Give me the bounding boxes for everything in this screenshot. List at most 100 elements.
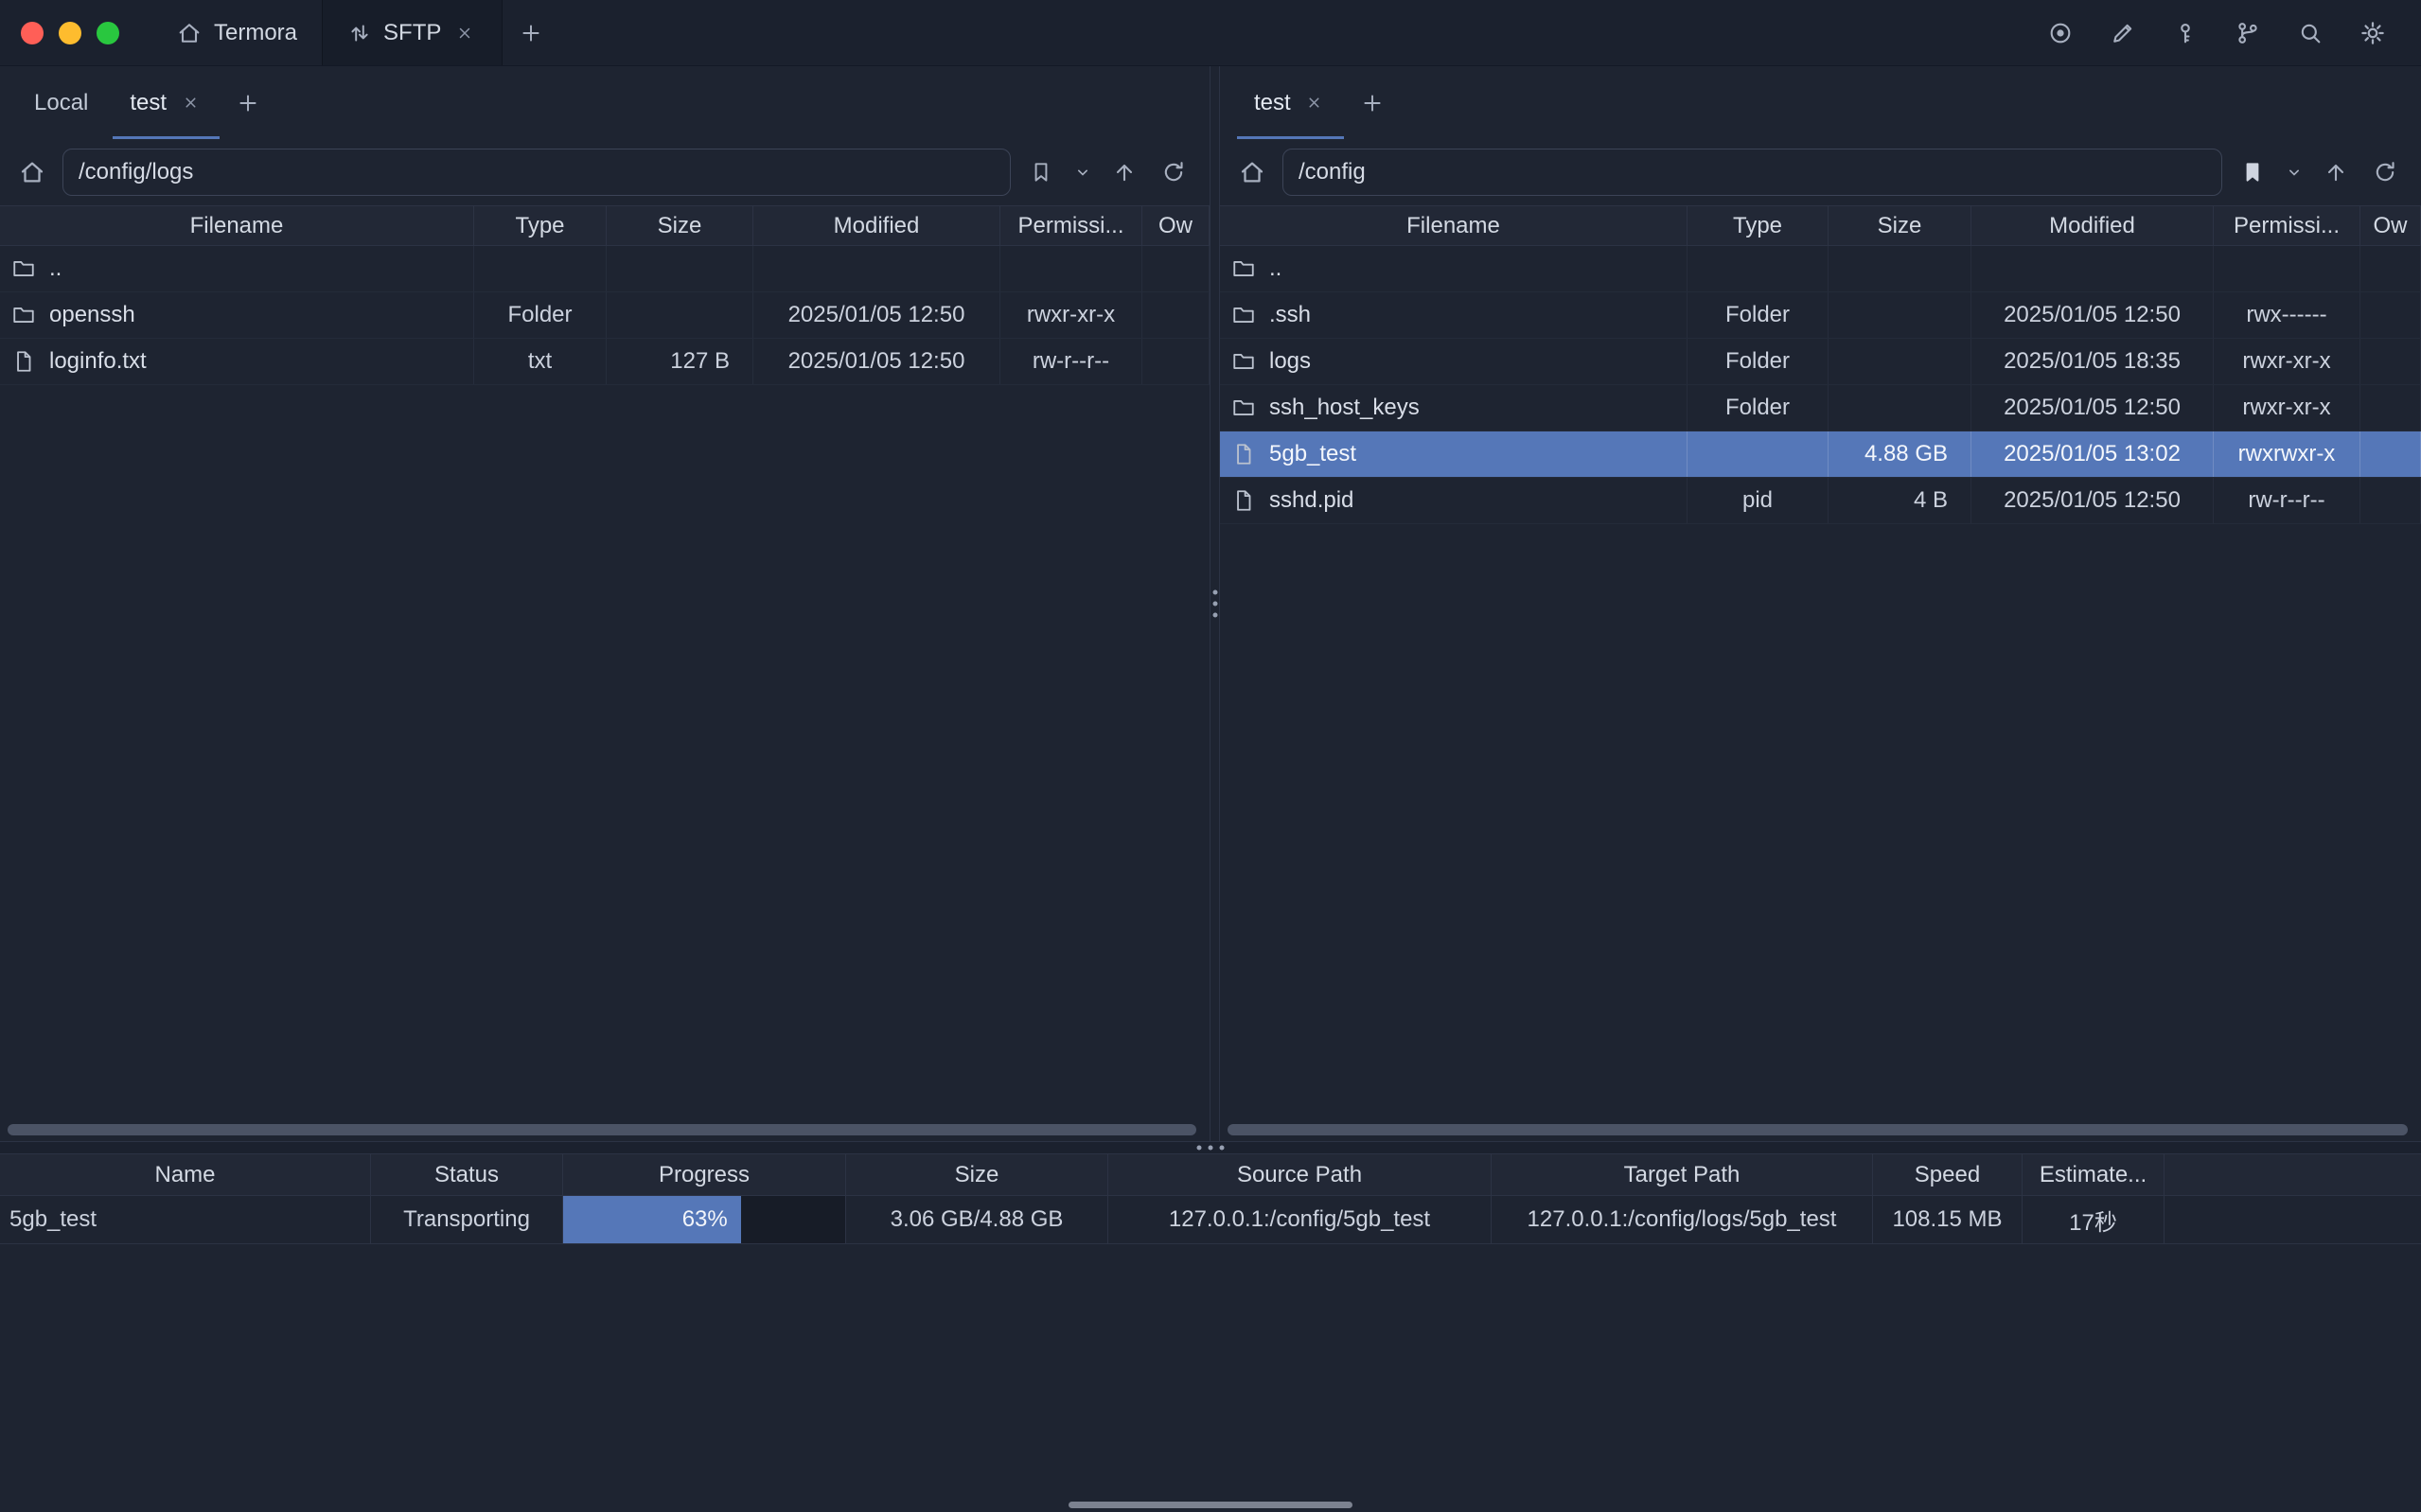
add-tab-button[interactable] — [1348, 66, 1397, 139]
close-icon[interactable] — [1302, 91, 1327, 115]
record-button[interactable] — [2042, 15, 2078, 51]
home-indicator — [1069, 1502, 1352, 1508]
branch-button[interactable] — [2230, 15, 2266, 51]
settings-button[interactable] — [2355, 15, 2391, 51]
file-type: Folder — [1688, 385, 1829, 431]
header-filename[interactable]: Filename — [0, 206, 474, 245]
folder-icon — [1229, 347, 1258, 376]
path-input[interactable]: /config/logs — [62, 149, 1011, 196]
file-owner — [2360, 339, 2421, 384]
bookmark-button[interactable] — [1022, 153, 1060, 191]
tab-label: Termora — [214, 20, 297, 46]
parent-directory-button[interactable] — [2317, 153, 2355, 191]
path-input[interactable]: /config — [1282, 149, 2222, 196]
header-modified[interactable]: Modified — [1971, 206, 2214, 245]
horizontal-scrollbar[interactable] — [8, 1124, 1196, 1135]
header-filename[interactable]: Filename — [1220, 206, 1688, 245]
header-owner[interactable]: Ow — [1142, 206, 1210, 245]
add-tab-button[interactable] — [223, 66, 273, 139]
file-modified — [1971, 246, 2214, 291]
transfer-source-path: 127.0.0.1:/config/5gb_test — [1108, 1196, 1492, 1243]
chevron-down-icon[interactable] — [2283, 153, 2306, 191]
pane-tab[interactable]: Local — [13, 66, 109, 139]
file-row[interactable]: .. — [1220, 246, 2421, 292]
divider-handle-icon — [1212, 590, 1217, 618]
file-modified: 2025/01/05 12:50 — [1971, 292, 2214, 338]
local-pane: Local test — [0, 66, 1210, 1141]
pane-tab[interactable]: test — [1233, 66, 1348, 139]
close-icon[interactable] — [178, 91, 203, 115]
home-button[interactable] — [1233, 153, 1271, 191]
pane-divider[interactable] — [1210, 66, 1220, 1141]
progress-label: 63% — [682, 1206, 741, 1233]
header-type[interactable]: Type — [1688, 206, 1829, 245]
key-button[interactable] — [2167, 15, 2203, 51]
file-row[interactable]: .. — [0, 246, 1210, 292]
file-row[interactable]: sshd.pid pid 4 B 2025/01/05 12:50 rw-r--… — [1220, 478, 2421, 524]
home-button[interactable] — [13, 153, 51, 191]
file-size — [607, 292, 753, 338]
header-modified[interactable]: Modified — [753, 206, 1000, 245]
transfer-name: 5gb_test — [0, 1196, 371, 1243]
search-button[interactable] — [2292, 15, 2328, 51]
header-status[interactable]: Status — [371, 1154, 563, 1195]
header-estimate[interactable]: Estimate... — [2023, 1154, 2165, 1195]
file-row[interactable]: 5gb_test 4.88 GB 2025/01/05 13:02 rwxrwx… — [1220, 431, 2421, 478]
header-speed[interactable]: Speed — [1873, 1154, 2023, 1195]
close-icon[interactable] — [452, 21, 477, 45]
bookmark-button[interactable] — [2234, 153, 2271, 191]
transfer-progress-bar: 63% — [563, 1196, 846, 1243]
transfer-status: Transporting — [371, 1196, 563, 1243]
minimize-window-button[interactable] — [59, 22, 81, 44]
transfers-header: Name Status Progress Size Source Path Ta… — [0, 1154, 2421, 1196]
file-modified: 2025/01/05 12:50 — [1971, 478, 2214, 523]
transfer-speed: 108.15 MB — [1873, 1196, 2023, 1243]
header-source-path[interactable]: Source Path — [1108, 1154, 1492, 1195]
file-icon — [9, 347, 38, 376]
header-name[interactable]: Name — [0, 1154, 371, 1195]
transfer-row[interactable]: 5gb_test Transporting 63% 3.06 GB/4.88 G… — [0, 1196, 2421, 1244]
header-target-path[interactable]: Target Path — [1492, 1154, 1873, 1195]
file-name: 5gb_test — [1269, 441, 1356, 467]
path-value: /config — [1299, 159, 1366, 185]
header-permissions[interactable]: Permissi... — [1000, 206, 1142, 245]
transfers-divider[interactable] — [0, 1141, 2421, 1154]
horizontal-scrollbar[interactable] — [1228, 1124, 2408, 1135]
file-type: Folder — [1688, 292, 1829, 338]
close-window-button[interactable] — [21, 22, 44, 44]
local-file-table: Filename Type Size Modified Permissi... … — [0, 205, 1210, 1141]
file-type — [1688, 246, 1829, 291]
header-permissions[interactable]: Permissi... — [2214, 206, 2360, 245]
file-row[interactable]: openssh Folder 2025/01/05 12:50 rwxr-xr-… — [0, 292, 1210, 339]
chevron-down-icon[interactable] — [1071, 153, 1094, 191]
zoom-window-button[interactable] — [97, 22, 119, 44]
tab-sftp[interactable]: SFTP — [322, 0, 503, 65]
refresh-button[interactable] — [2366, 153, 2404, 191]
pane-tab[interactable]: test — [109, 66, 223, 139]
parent-directory-button[interactable] — [1105, 153, 1143, 191]
header-progress[interactable]: Progress — [563, 1154, 846, 1195]
file-list: .. .ssh — [1220, 246, 2421, 1141]
file-row[interactable]: ssh_host_keys Folder 2025/01/05 12:50 rw… — [1220, 385, 2421, 431]
folder-icon — [1229, 301, 1258, 329]
refresh-button[interactable] — [1155, 153, 1193, 191]
header-size[interactable]: Size — [1829, 206, 1971, 245]
file-size — [1829, 385, 1971, 431]
file-permissions: rwxr-xr-x — [2214, 385, 2360, 431]
file-type — [474, 246, 607, 291]
header-type[interactable]: Type — [474, 206, 607, 245]
file-row[interactable]: logs Folder 2025/01/05 18:35 rwxr-xr-x — [1220, 339, 2421, 385]
edit-button[interactable] — [2105, 15, 2141, 51]
file-size — [607, 246, 753, 291]
header-size[interactable]: Size — [607, 206, 753, 245]
tab-termora[interactable]: Termora — [151, 0, 322, 65]
file-owner — [1142, 292, 1210, 338]
file-row[interactable]: .ssh Folder 2025/01/05 12:50 rwx------ — [1220, 292, 2421, 339]
header-size[interactable]: Size — [846, 1154, 1108, 1195]
path-value: /config/logs — [79, 159, 193, 185]
header-owner[interactable]: Ow — [2360, 206, 2421, 245]
file-row[interactable]: loginfo.txt txt 127 B 2025/01/05 12:50 r… — [0, 339, 1210, 385]
new-tab-button[interactable] — [503, 0, 559, 65]
app-window: Termora SFTP — [0, 0, 2421, 1512]
file-table-header: Filename Type Size Modified Permissi... … — [0, 206, 1210, 246]
